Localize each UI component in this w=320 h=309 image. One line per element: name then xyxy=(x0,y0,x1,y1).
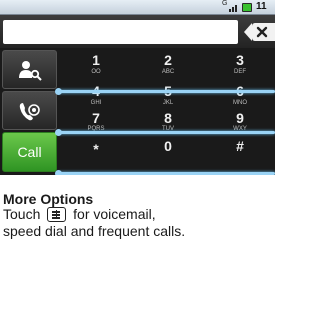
key-letters: JKL xyxy=(162,100,174,106)
key-digit: * xyxy=(93,141,99,157)
key-8[interactable]: 8 TUV xyxy=(134,110,202,141)
menu-key-icon xyxy=(47,207,67,222)
status-clock: 11 xyxy=(256,1,267,12)
key-digit: 1 xyxy=(92,52,100,68)
voicemail-button[interactable] xyxy=(2,91,57,130)
key-letters: DEF xyxy=(234,69,246,75)
voicemail-icon xyxy=(19,103,40,121)
dial-entry-row xyxy=(0,15,275,48)
key-4[interactable]: 4GHI xyxy=(62,79,130,110)
callout-line xyxy=(55,170,275,175)
key-digit: 7 xyxy=(92,110,100,126)
contacts-button[interactable] xyxy=(2,50,57,89)
key-letters: GHI xyxy=(90,100,102,106)
phone-screen: G 11 Call 1 OO 2 ABC 3 DEF GHI JKL MNO 7… xyxy=(0,0,275,175)
key-digit: # xyxy=(236,138,244,154)
call-button[interactable]: Call xyxy=(2,132,57,172)
key-digit: 2 xyxy=(164,52,172,68)
caption-touch-word: Touch xyxy=(3,206,41,222)
caption-heading: More Options xyxy=(3,191,94,207)
key-digit: 9 xyxy=(236,110,244,126)
key-digit: 0 xyxy=(164,138,172,154)
signal-strength-icon xyxy=(229,3,239,12)
key-6[interactable]: 6MNO xyxy=(206,79,274,110)
key-digit: 8 xyxy=(164,110,172,126)
key-1[interactable]: 1 OO xyxy=(62,48,130,79)
caption-line-2: speed dial and frequent calls. xyxy=(3,223,186,239)
network-type-label: G xyxy=(222,0,228,7)
callout-line xyxy=(55,88,275,95)
phone-number-input[interactable] xyxy=(3,20,238,44)
key-letters: MNO xyxy=(233,100,247,106)
key-5[interactable]: 5JKL xyxy=(134,79,202,110)
callout-line xyxy=(55,129,275,136)
key-2[interactable]: 2 ABC xyxy=(134,48,202,79)
caption-line-1: Touch for voicemail, xyxy=(3,206,156,222)
key-digit: 3 xyxy=(236,52,244,68)
key-star[interactable]: * xyxy=(62,141,130,172)
key-7[interactable]: 7 PQRS xyxy=(62,110,130,141)
battery-icon xyxy=(242,3,252,12)
key-9[interactable]: 9 WXY xyxy=(206,110,274,141)
dial-keypad: 1OO 2ABC 3DEF 4GHI 5JKL 6MNO 7PQRS 8TUV … xyxy=(62,48,275,175)
status-bar: G 11 xyxy=(0,0,275,15)
backspace-x-icon xyxy=(256,26,268,38)
backspace-button[interactable] xyxy=(244,23,275,41)
key-letters: OO xyxy=(91,69,101,75)
key-0[interactable]: 0 xyxy=(134,138,202,169)
key-hash[interactable]: # xyxy=(206,138,274,169)
contact-search-icon xyxy=(19,61,42,81)
caption-line-1-rest: for voicemail, xyxy=(73,206,156,222)
key-3[interactable]: 3 DEF xyxy=(206,48,274,79)
key-letters: ABC xyxy=(161,69,175,75)
